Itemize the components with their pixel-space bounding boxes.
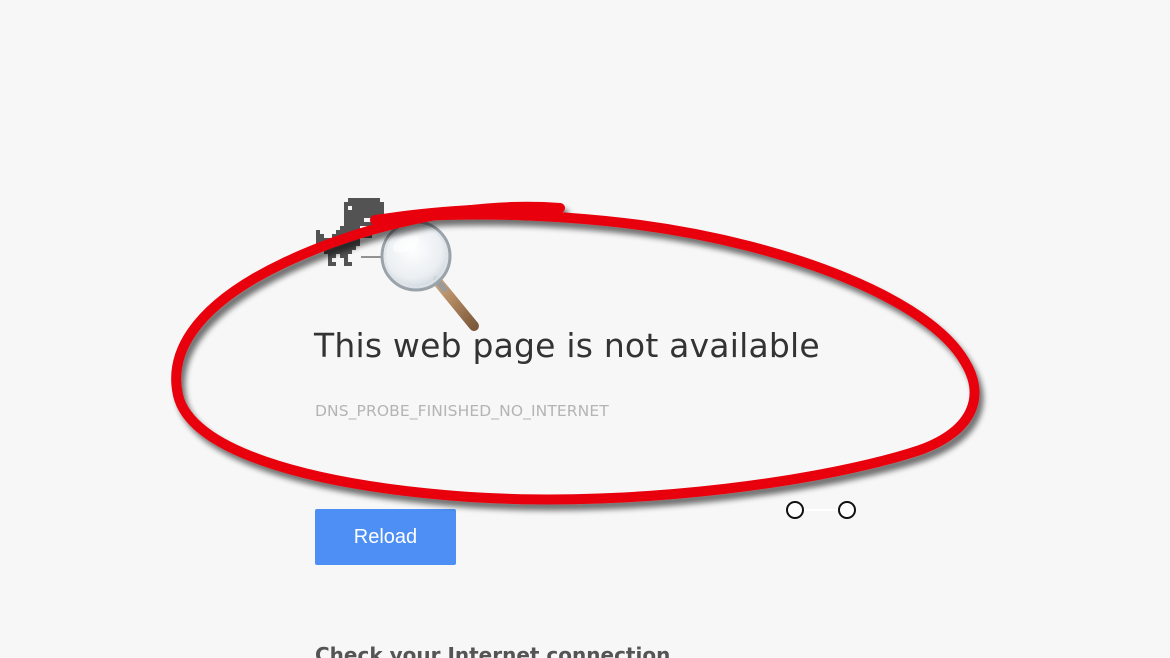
error-code-label: DNS_PROBE_FINISHED_NO_INTERNET [315, 402, 609, 420]
error-page: This web page is not available DNS_PROBE… [0, 0, 1170, 658]
reload-button[interactable]: Reload [315, 509, 456, 565]
selection-handles [786, 501, 856, 519]
check-connection-heading: Check your Internet connection [315, 643, 671, 658]
magnifier-icon [361, 220, 479, 331]
page-title: This web page is not available [314, 326, 820, 365]
